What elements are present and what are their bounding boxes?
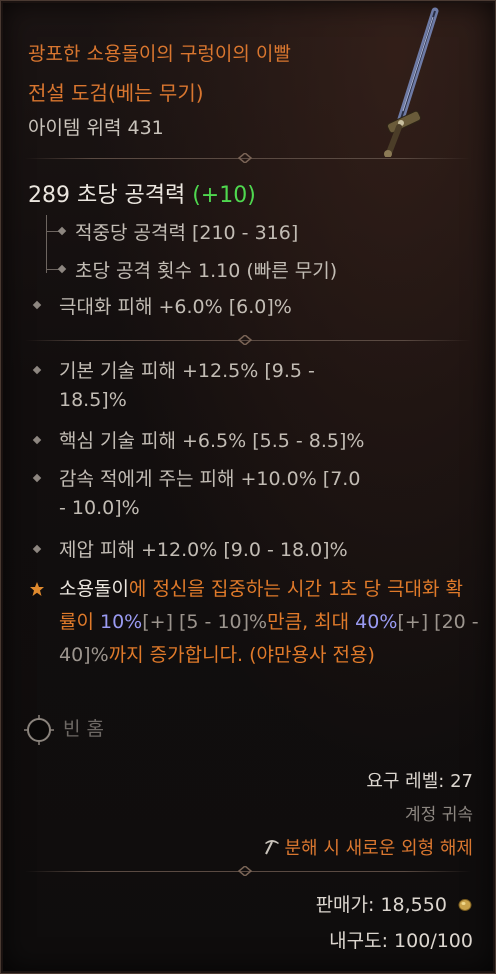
item-name: 광포한 소용돌이의 구렁이의 이빨 [28,43,291,65]
affix-3-line2: - 10.0]% [59,497,140,519]
dps-bonus: (+10) [192,183,256,208]
durability: 내구도: 100/100 [329,930,473,952]
divider-ornament-icon [237,335,253,345]
item-power: 아이템 위력 431 [28,117,164,139]
gold-coin-icon [458,899,472,911]
bullet-icon [57,264,67,274]
pickaxe-icon [264,840,279,855]
empty-socket-label: 빈 홈 [63,718,104,740]
divider-ornament-icon [237,866,253,876]
legendary-aspect: 소용돌이에 정신을 집중하는 시간 1초 당 극대화 확률이 10%[+] [5… [59,578,479,666]
dps-line: 289 초당 공격력 (+10) [28,177,256,209]
star-icon [30,582,44,596]
bullet-icon [32,473,42,483]
affix-1-line1: 기본 기술 피해 +12.5% [9.5 - [59,360,315,382]
item-type: 전설 도검(베는 무기) [28,81,204,105]
bullet-icon [32,544,42,554]
affix-4: 제압 피해 +12.0% [9.0 - 18.0]% [59,539,348,561]
account-bound: 계정 귀속 [405,805,473,825]
bullet-icon [32,365,42,375]
sell-price: 판매가: 18,550 [316,890,473,917]
tree-connector [46,215,47,273]
bullet-icon [32,300,42,310]
required-level: 요구 레벨: 27 [366,771,473,792]
affix-1-line2: 18.5]% [59,389,127,411]
dps-value: 289 초당 공격력 [28,183,186,208]
item-tooltip: 광포한 소용돌이의 구렁이의 이빨 전설 도검(베는 무기) 아이템 위력 43… [0,0,496,974]
empty-socket-icon [24,715,54,745]
sword-icon [384,7,439,157]
salvage-info: 분해 시 새로운 외형 해제 [263,834,473,860]
attack-speed: 초당 공격 횟수 1.10 (빠른 무기) [75,260,338,282]
affix-3-line1: 감속 적에게 주는 피해 +10.0% [7.0 [59,468,361,490]
affix-2: 핵심 기술 피해 +6.5% [5.5 - 8.5]% [59,430,365,452]
bullet-icon [57,226,67,236]
implicit-affix: 극대화 피해 +6.0% [6.0]% [59,296,292,318]
divider-ornament-icon [237,153,253,163]
bullet-icon [32,435,42,445]
damage-per-hit: 적중당 공격력 [210 - 316] [75,222,299,244]
